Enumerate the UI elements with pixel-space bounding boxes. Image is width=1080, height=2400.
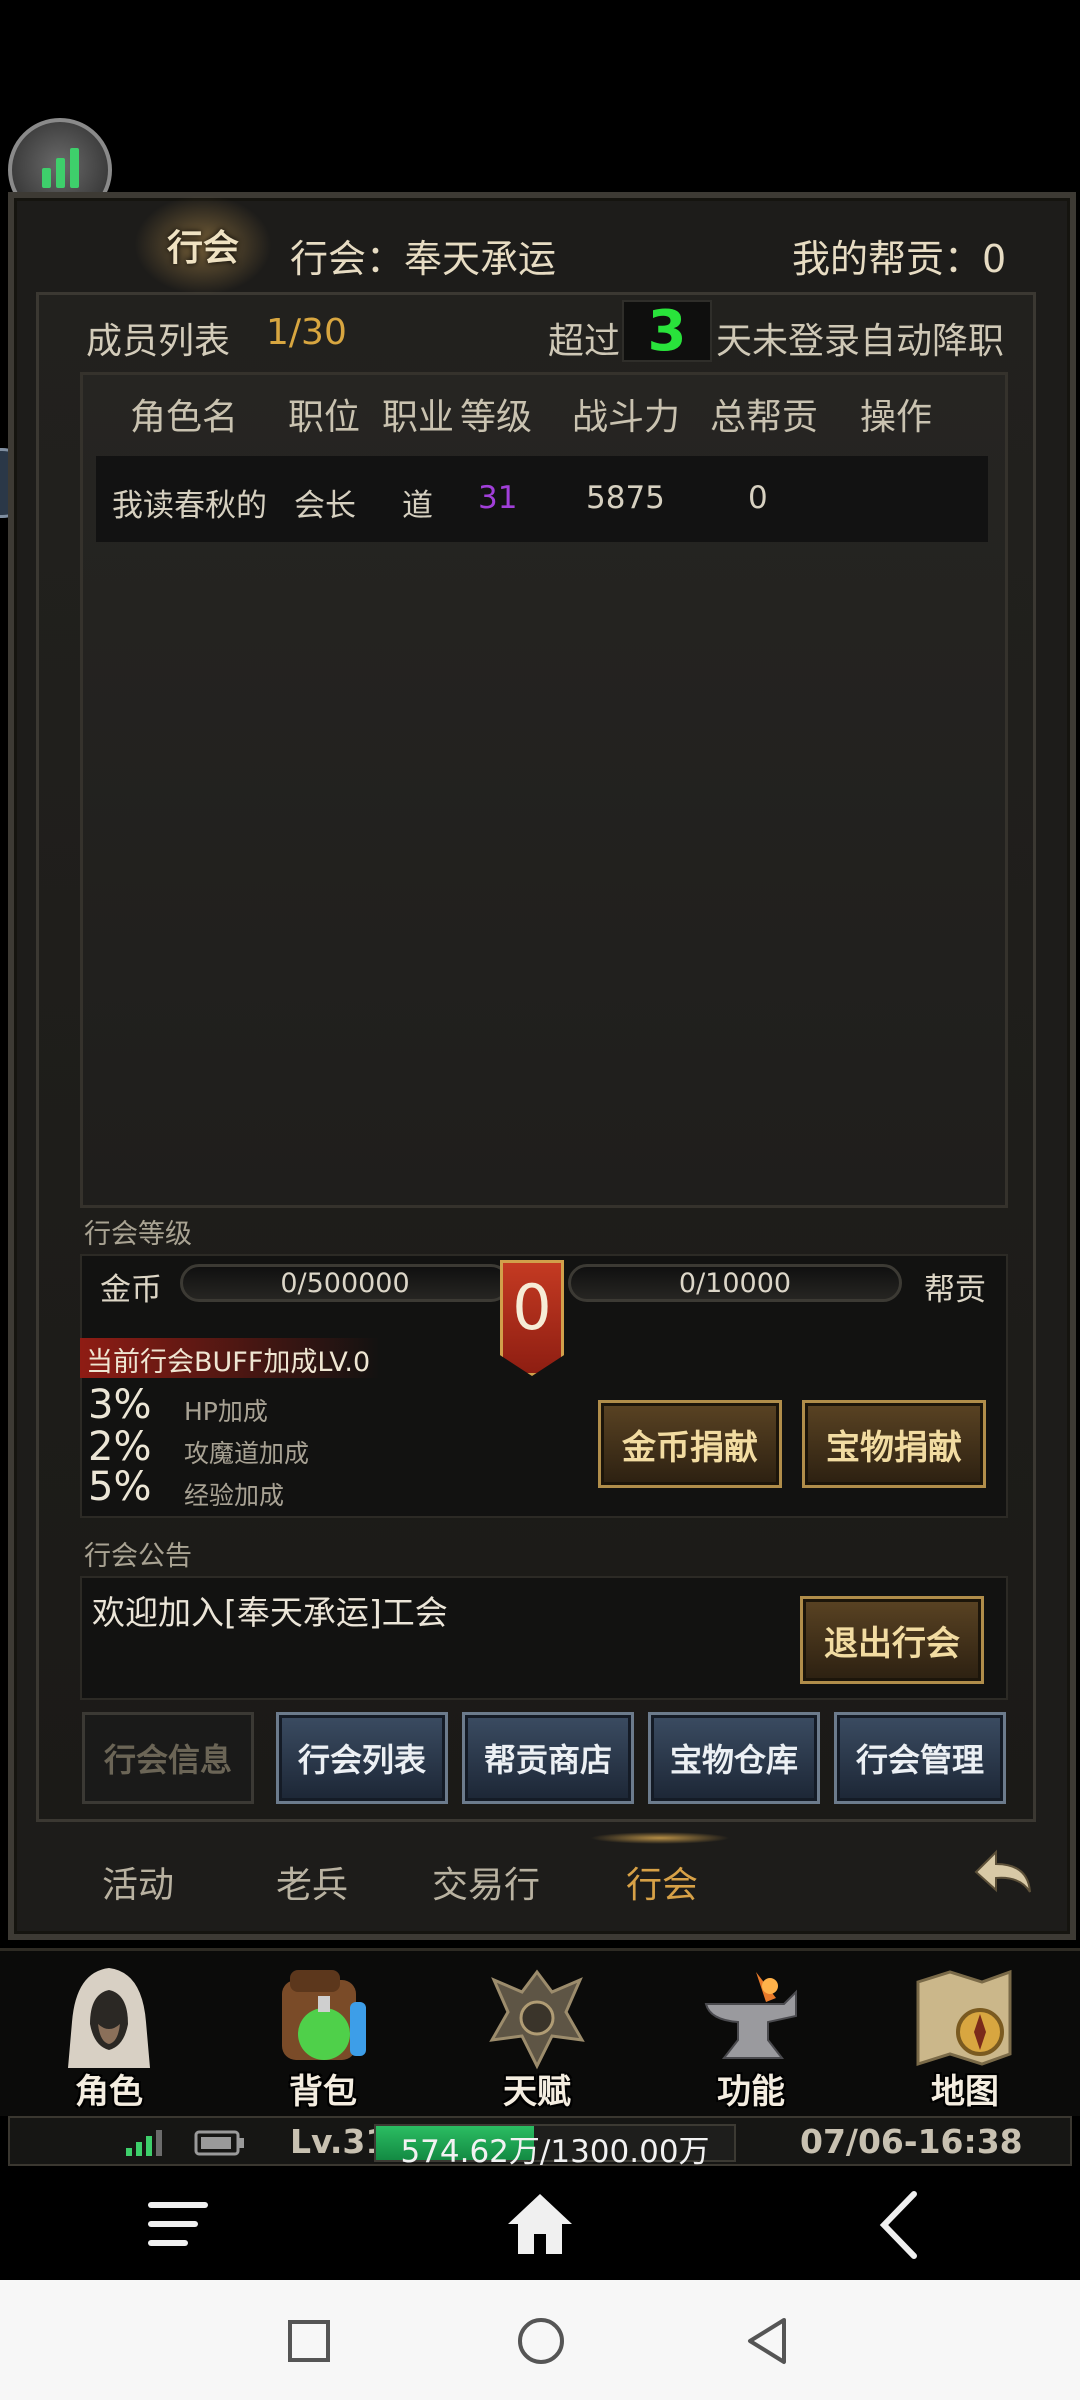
column-header-contribution: 总帮贡 [710,397,819,438]
recent-apps-icon[interactable] [286,2318,332,2364]
menu-talent[interactable]: 天赋 [432,1952,642,2112]
active-tab-indicator [590,1832,730,1844]
anvil-icon [696,1962,806,2072]
member-list-label: 成员列表 [86,321,231,362]
guild-notice-text: 欢迎加入[奉天承运]工会 [92,1593,448,1632]
member-contribution: 0 [748,480,768,516]
tab-guild-info[interactable]: 行会信息 [82,1712,254,1804]
leave-guild-button[interactable]: 退出行会 [800,1596,984,1684]
gold-progress-bar: 0/500000 [180,1264,510,1302]
column-header-class: 职业 [382,397,455,438]
guild-notice-label: 行会公告 [84,1541,192,1572]
member-count: 1/30 [266,312,347,353]
treasure-donate-button[interactable]: 宝物捐献 [802,1400,986,1488]
hooded-character-icon [54,1962,164,2072]
menu-character[interactable]: 角色 [4,1952,214,2112]
column-header-power: 战斗力 [572,397,681,438]
back-chevron-icon[interactable] [876,2190,920,2260]
guild-title: 行会：奉天承运 [290,237,557,281]
member-position: 会长 [294,488,356,524]
menu-backpack[interactable]: 背包 [218,1952,428,2112]
member-power: 5875 [586,480,665,516]
bottom-tab-veteran[interactable]: 老兵 [276,1856,348,1908]
signal-icon [124,2126,168,2158]
home-icon[interactable] [506,2190,574,2256]
menu-map[interactable]: 地图 [860,1952,1070,2112]
exp-text: 574.62万/1300.00万 [400,2134,710,2170]
buff-attack-name: 攻魔道加成 [184,1439,310,1468]
tab-contribution-shop[interactable]: 帮贡商店 [462,1712,634,1804]
system-back-icon[interactable] [744,2316,790,2366]
battery-icon [194,2128,246,2158]
menu-icon[interactable] [146,2196,210,2252]
contribution-progress-bar: 0/10000 [568,1264,902,1302]
member-class: 道 [402,488,433,524]
demote-suffix: 天未登录自动降职 [716,321,1005,362]
member-name: 我读春秋的 [112,488,267,524]
column-header-level: 等级 [460,397,533,438]
menu-function[interactable]: 功能 [646,1952,856,2112]
back-arrow-icon[interactable] [968,1842,1038,1912]
gold-donate-button[interactable]: 金币捐献 [598,1400,782,1488]
dragon-emblem-icon [482,1962,592,2072]
map-compass-icon [910,1962,1020,2072]
bottom-tab-activity[interactable]: 活动 [102,1856,174,1908]
member-level: 31 [478,480,518,516]
column-header-name: 角色名 [130,397,239,438]
guild-level-flag: 0 [500,1260,564,1376]
contribution-label: 帮贡 [924,1272,986,1308]
demote-days: 3 [622,299,712,364]
bottom-tab-guild[interactable]: 行会 [626,1856,698,1908]
system-home-icon[interactable] [516,2316,566,2366]
guild-tab-badge: 行会 [134,195,272,295]
demote-prefix: 超过 [548,321,621,362]
buff-title: 当前行会BUFF加成LV.0 [86,1347,371,1378]
tab-guild-management[interactable]: 行会管理 [834,1712,1006,1804]
tab-guild-list[interactable]: 行会列表 [276,1712,448,1804]
bottom-tab-trade[interactable]: 交易行 [432,1856,540,1908]
column-header-action: 操作 [860,397,933,438]
buff-exp-name: 经验加成 [184,1481,285,1510]
datetime: 07/06-16:38 [800,2122,1023,2161]
column-header-position: 职位 [288,397,361,438]
buff-hp-percent: 3% [88,1382,152,1428]
tab-treasure-storage[interactable]: 宝物仓库 [648,1712,820,1804]
buff-hp-name: HP加成 [184,1397,268,1426]
buff-exp-percent: 5% [88,1464,152,1510]
guild-level-label: 行会等级 [84,1219,192,1250]
backpack-potion-icon [268,1962,378,2072]
my-contribution: 我的帮贡：0 [792,237,1007,281]
gold-label: 金币 [100,1272,162,1308]
